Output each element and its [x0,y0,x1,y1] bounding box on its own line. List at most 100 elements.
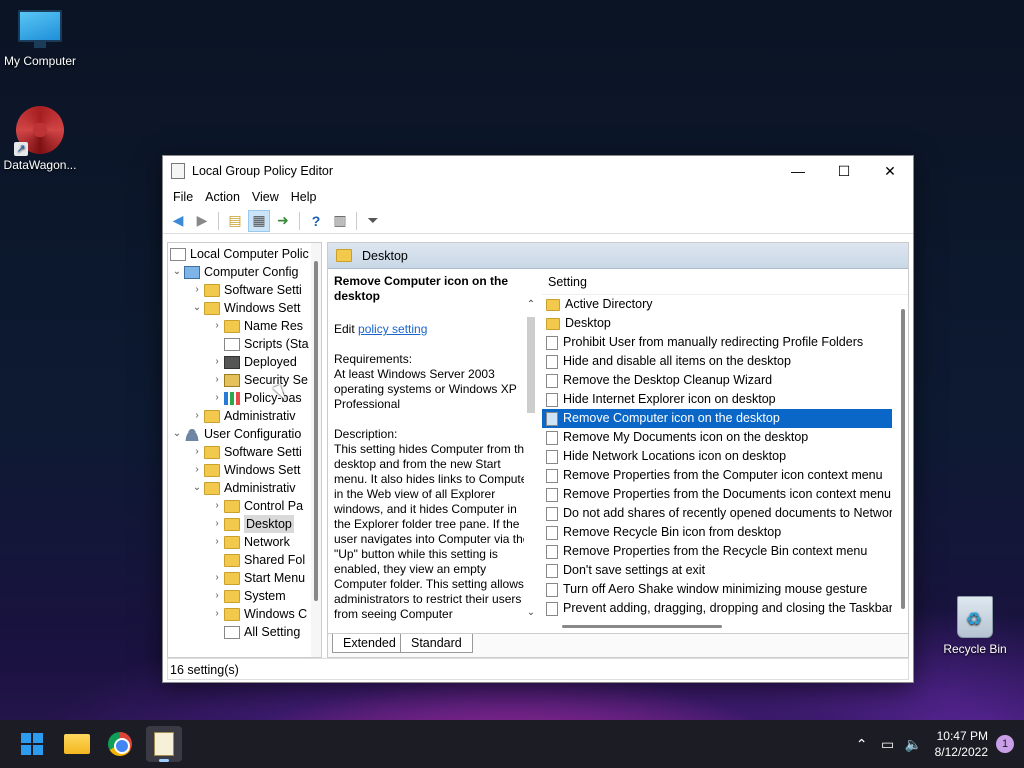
volume-icon[interactable]: 🔈 [901,736,927,753]
tree-item[interactable]: ⌄ Administrativ [190,479,296,497]
tree-item-desktop[interactable]: › Desktop [210,515,294,533]
menu-file[interactable]: File [167,190,199,204]
tree-item[interactable]: ⌄ Windows Sett [190,299,301,317]
settings-scrollbar[interactable] [898,295,908,635]
expand-icon[interactable]: › [210,587,224,605]
properties-icon[interactable]: ▥ [329,210,351,232]
tree-item[interactable]: Shared Fol [210,551,305,569]
show-hide-tree-icon[interactable]: ▦ [248,209,270,232]
column-header-setting[interactable]: Setting [542,269,908,295]
tree-item[interactable]: › Administrativ [190,407,295,425]
setting-row[interactable]: Remove Properties from the Documents ico… [542,485,892,504]
setting-row[interactable]: Remove My Documents icon on the desktop [542,428,892,447]
tree-item[interactable]: › System [210,587,285,605]
expand-icon[interactable]: › [210,353,224,371]
setting-row[interactable]: Remove Properties from the Computer icon… [542,466,892,485]
expand-icon[interactable]: › [210,533,224,551]
title-bar[interactable]: Local Group Policy Editor — ☐ ✕ [163,156,913,186]
up-folder-icon[interactable]: ▤ [224,210,246,232]
setting-row[interactable]: Prohibit User from manually redirecting … [542,333,892,352]
setting-row[interactable]: Remove Recycle Bin icon from desktop [542,523,892,542]
maximize-button[interactable]: ☐ [821,156,867,186]
description-scrollbar[interactable]: ⌃ ⌄ [524,269,538,635]
setting-row[interactable]: Hide Network Locations icon on desktop [542,447,892,466]
taskbar-file-explorer[interactable] [59,726,95,762]
setting-row[interactable]: Don't save settings at exit [542,561,892,580]
tree-item[interactable]: › Windows C [210,605,307,623]
tree-item-root[interactable]: Local Computer Polic [170,245,309,263]
desktop-icon-datawagon[interactable]: ↗ DataWagon... [0,106,80,172]
export-list-icon[interactable]: ➜ [272,210,294,232]
collapse-icon[interactable]: ⌄ [190,479,204,497]
menu-view[interactable]: View [246,190,285,204]
tree-item[interactable]: Scripts (Sta [210,335,309,353]
setting-row[interactable]: Turn off Aero Shake window minimizing mo… [542,580,892,599]
network-icon[interactable]: ▭ [875,736,901,753]
setting-row[interactable]: Active Directory [542,295,892,314]
tree-item[interactable]: › Windows Sett [190,461,300,479]
clock[interactable]: 10:47 PM 8/12/2022 [935,728,988,760]
tree-item[interactable]: › Policy-bas [210,389,301,407]
desktop-icon-recycle-bin[interactable]: ♻ Recycle Bin [935,596,1015,656]
expand-icon[interactable]: › [210,569,224,587]
scroll-up-icon[interactable]: ⌃ [524,299,538,310]
expand-icon[interactable]: › [190,461,204,479]
collapse-icon[interactable]: ⌄ [190,299,204,317]
expand-icon[interactable]: › [210,605,224,623]
tree-item[interactable]: › Software Setti [190,281,302,299]
close-button[interactable]: ✕ [867,156,913,186]
setting-row[interactable]: Do not add shares of recently opened doc… [542,504,892,523]
menu-action[interactable]: Action [199,190,246,204]
expand-icon[interactable]: › [210,317,224,335]
notification-badge[interactable]: 1 [996,735,1014,753]
tree-item[interactable]: All Setting [210,623,300,641]
settings-hscrollbar[interactable] [562,625,722,628]
tree-item[interactable]: › Deployed [210,353,297,371]
expand-icon[interactable]: › [210,389,224,407]
collapse-icon[interactable]: ⌄ [170,263,184,281]
app-icon [171,163,185,179]
folder-icon [224,571,240,585]
minimize-button[interactable]: — [775,156,821,186]
start-button[interactable] [14,726,50,762]
setting-row[interactable]: Remove Properties from the Recycle Bin c… [542,542,892,561]
tab-standard[interactable]: Standard [400,634,473,653]
taskbar-chrome[interactable] [102,726,138,762]
chevron-up-icon[interactable]: ⌃ [849,736,875,753]
tree-item[interactable]: › Software Setti [190,443,302,461]
clock-date: 8/12/2022 [934,745,988,759]
setting-row[interactable]: Remove the Desktop Cleanup Wizard [542,371,892,390]
expand-icon[interactable]: › [190,443,204,461]
taskbar-group-policy-editor[interactable] [146,726,182,762]
setting-row[interactable]: Remove Computer icon on the desktop [542,409,892,428]
expand-icon[interactable]: › [210,497,224,515]
tree-item[interactable]: › Start Menu [210,569,305,587]
tree-item[interactable]: › Network [210,533,290,551]
tree-item-user-config[interactable]: ⌄ User Configuratio [170,425,301,443]
filter-icon[interactable]: ⏷ [362,210,384,232]
forward-arrow-icon[interactable]: ▶ [191,210,213,232]
tree-item[interactable]: › Security Se [210,371,308,389]
setting-row[interactable]: Prevent adding, dragging, dropping and c… [542,599,892,618]
tree-item[interactable]: › Name Res [210,317,303,335]
scroll-down-icon[interactable]: ⌄ [524,607,538,618]
back-arrow-icon[interactable]: ◀ [167,210,189,232]
tab-extended[interactable]: Extended [332,634,407,653]
desktop-icon-my-computer[interactable]: My Computer [0,10,80,68]
expand-icon[interactable]: › [210,515,224,533]
folder-icon [224,319,240,333]
menu-help[interactable]: Help [285,190,323,204]
expand-icon[interactable]: › [190,407,204,425]
tree-item-computer-config[interactable]: ⌄ Computer Config [170,263,299,281]
edit-policy-link[interactable]: policy setting [358,322,427,336]
tree-item[interactable]: › Control Pa [210,497,303,515]
policy-setting-icon [546,392,558,407]
setting-row[interactable]: Hide and disable all items on the deskto… [542,352,892,371]
setting-row[interactable]: Hide Internet Explorer icon on desktop [542,390,892,409]
setting-row[interactable]: Desktop [542,314,892,333]
tree-scrollbar[interactable] [311,243,321,657]
help-icon[interactable]: ? [305,210,327,232]
expand-icon[interactable]: › [210,371,224,389]
expand-icon[interactable]: › [190,281,204,299]
collapse-icon[interactable]: ⌄ [170,425,184,443]
